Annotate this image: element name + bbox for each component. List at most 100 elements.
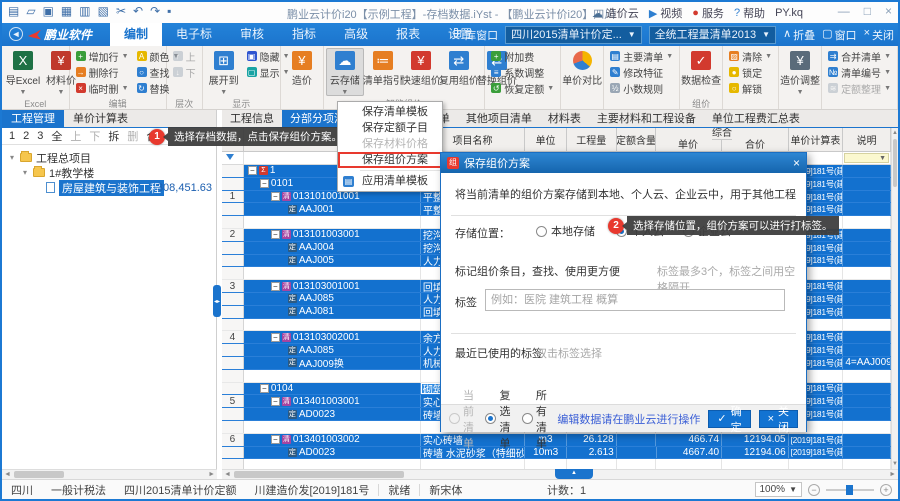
menu-item-保存清单模板[interactable]: 保存清单模板	[338, 104, 442, 120]
column-header-group[interactable]: 综合 单价 合价	[656, 128, 789, 151]
note-cell[interactable]	[843, 344, 891, 356]
ribbon-tab-指标[interactable]: 指标	[278, 23, 330, 46]
radio-本地存储[interactable]: 本地存储	[536, 223, 595, 239]
expand-icon[interactable]: −	[270, 435, 280, 445]
radio-所有清单[interactable]: 所有清单	[521, 387, 549, 451]
tag-input[interactable]	[485, 289, 785, 311]
ribbon-button-合并清单[interactable]: ⇉ 合并清单 ▼	[824, 48, 895, 64]
note-cell[interactable]	[843, 216, 891, 228]
hj-cell[interactable]	[722, 459, 789, 469]
ribbon-tab-电子标[interactable]: 电子标	[162, 23, 226, 46]
quota-cell[interactable]	[617, 446, 657, 459]
ribbon-button-数据检查[interactable]: ✓ 数据检查	[681, 48, 721, 96]
scroll-up-icon[interactable]: ▲	[892, 130, 898, 136]
dialog-close-icon[interactable]: ×	[793, 156, 800, 170]
left-panel-hscrollbar[interactable]: ◄ ►	[2, 469, 217, 479]
code-cell[interactable]	[244, 459, 421, 469]
menu-item-保存组价方案[interactable]: 保存组价方案	[338, 152, 442, 168]
expand-icon[interactable]: −	[270, 191, 280, 201]
table-hscrollbar[interactable]: ◄ ▲ ►	[222, 469, 898, 479]
note-cell[interactable]	[843, 420, 891, 433]
redo-icon[interactable]: ↷	[150, 4, 160, 18]
tree-item-工程总项目[interactable]: ▾ 工程总项目	[2, 150, 216, 165]
quota-cell[interactable]	[617, 433, 657, 446]
expand-icon[interactable]: −	[270, 230, 280, 240]
expand-icon[interactable]: −	[270, 281, 280, 291]
code-cell[interactable]: 定 AAJ004	[244, 241, 421, 254]
zoom-slider-thumb[interactable]	[846, 484, 853, 495]
ribbon-tab-报表[interactable]: 报表	[382, 23, 434, 46]
maximize-button[interactable]: □	[864, 4, 871, 18]
note-cell[interactable]	[843, 177, 891, 190]
tool-折叠[interactable]: ∧ 折叠	[783, 27, 815, 43]
note-cell[interactable]	[843, 459, 891, 469]
zoom-out-icon[interactable]: −	[808, 483, 820, 496]
filter-cell[interactable]: ▼	[843, 152, 891, 164]
note-cell[interactable]	[843, 433, 891, 446]
code-cell[interactable]: − 清 013401003001	[244, 395, 421, 408]
code-cell[interactable]: −0104	[244, 382, 421, 395]
note-cell[interactable]: 4=AAJ009C	[843, 356, 891, 369]
note-cell[interactable]	[843, 395, 891, 408]
tree-tool-删[interactable]: 删	[127, 128, 138, 144]
code-cell[interactable]	[244, 267, 421, 280]
cost-cloud-link[interactable]: ☁ 造价云	[592, 5, 639, 21]
note-cell[interactable]	[843, 382, 891, 395]
expand-icon[interactable]: −	[259, 383, 269, 393]
calc-cell[interactable]: [2019]181号(建筑)	[789, 433, 844, 446]
note-cell[interactable]	[843, 318, 891, 331]
expand-icon[interactable]: −	[270, 396, 280, 406]
note-cell[interactable]	[843, 190, 891, 203]
radio-复选清单[interactable]: 复选清单	[485, 387, 512, 451]
note-cell[interactable]	[843, 369, 891, 382]
note-cell[interactable]	[843, 241, 891, 254]
tab-单位工程费汇总表[interactable]: 单位工程费汇总表	[704, 110, 808, 127]
ribbon-button-附加费[interactable]: + 附加费	[487, 48, 558, 64]
save-as-icon[interactable]: ▦	[61, 4, 72, 18]
name-cell[interactable]	[421, 459, 526, 469]
tree-tool-拆[interactable]: 拆	[108, 128, 119, 144]
radio-icon[interactable]	[521, 413, 533, 424]
ribbon-tab-高级[interactable]: 高级	[330, 23, 382, 46]
hj-cell[interactable]: 12194.05	[722, 433, 789, 446]
ribbon-button-造价调整[interactable]: ¥ 造价调整 ▼	[780, 48, 820, 96]
dj-cell[interactable]: 4667.40	[657, 446, 723, 459]
left-tab-单价计算表[interactable]: 单价计算表	[64, 110, 137, 127]
tree-item-1#教学楼[interactable]: ▾ 1#教学楼	[2, 165, 216, 180]
ribbon-tab-编制[interactable]: 编制	[110, 23, 163, 46]
code-cell[interactable]: 定 AAJ005	[244, 254, 421, 267]
filter-cell[interactable]	[222, 152, 244, 164]
code-cell[interactable]: 定 AAJ081	[244, 305, 421, 318]
table-row[interactable]: 定AD0023砖墙 水泥砂浆（特细砂） M510m32.6134667.4012…	[222, 446, 891, 460]
menu-item-保存定额子目[interactable]: 保存定额子目	[338, 120, 442, 136]
calc-cell[interactable]: [2019]181号(建筑)	[789, 446, 844, 459]
ribbon-button-清单编号[interactable]: № 清单编号 ▼	[824, 64, 895, 80]
table-row[interactable]: 6− 清 013401003002 实心砖墙 m3 26.128 466.74 12194.0…	[222, 433, 891, 447]
more-icon[interactable]: ▪	[167, 4, 171, 18]
tree-tool-1[interactable]: 1	[9, 130, 15, 142]
video-link[interactable]: ▶ 视频	[649, 5, 682, 21]
ribbon-button-增加行[interactable]: + 增加行 ▼	[72, 48, 133, 64]
qty-cell[interactable]: 2.613	[567, 446, 617, 459]
tab-工程信息[interactable]: 工程信息	[222, 110, 282, 127]
quota-dropdown-1[interactable]: 全统工程量清单2013 ▼	[648, 25, 777, 44]
table-row[interactable]	[222, 459, 891, 469]
ribbon-button-锁定[interactable]: ● 锁定	[725, 64, 776, 80]
collapse-panel-handle[interactable]: ▲	[555, 469, 593, 479]
vertical-scrollbar[interactable]: ▲ ▼	[891, 128, 898, 469]
code-cell[interactable]: − 清 013101003001	[244, 228, 421, 241]
new-file-icon[interactable]: ▤	[8, 4, 19, 18]
code-cell[interactable]: 定 AAJ009换	[244, 356, 421, 369]
qty-cell[interactable]	[567, 459, 617, 469]
tree-tool-全[interactable]: 全	[51, 128, 62, 144]
ribbon-button-恢复定额[interactable]: ↺ 恢复定额 ▼	[487, 80, 558, 96]
ribbon-tab-审核[interactable]: 审核	[226, 23, 278, 46]
qty-cell[interactable]: 26.128	[567, 433, 617, 446]
close-button[interactable]: × 关闭	[758, 406, 798, 434]
tree-tool-2[interactable]: 2	[23, 130, 29, 142]
help-link[interactable]: ? 帮助	[734, 5, 765, 21]
note-cell[interactable]	[843, 165, 891, 177]
open-file-icon[interactable]: ▱	[26, 4, 35, 18]
tab-主要材料和工程设备[interactable]: 主要材料和工程设备	[589, 110, 704, 127]
column-header-quota[interactable]: 定额含量	[617, 128, 657, 151]
